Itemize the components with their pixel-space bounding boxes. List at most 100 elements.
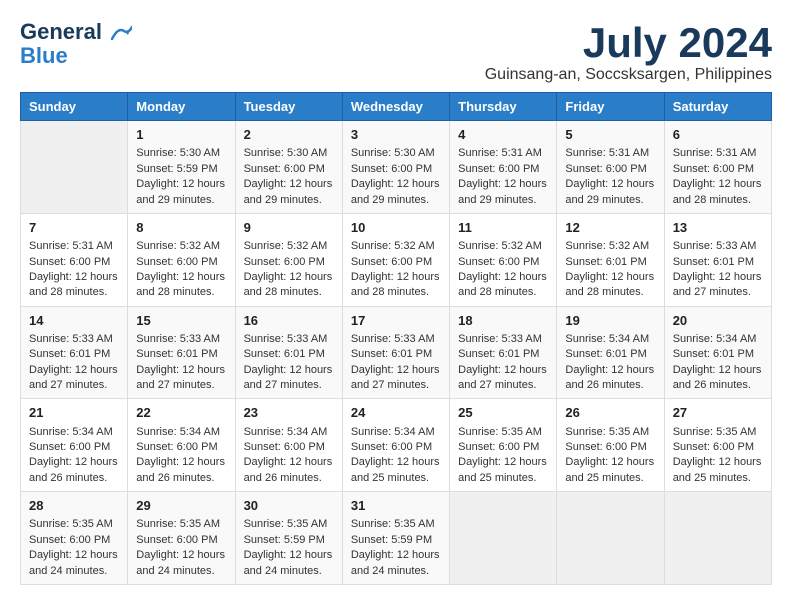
- day-info: Sunrise: 5:31 AM Sunset: 6:00 PM Dayligh…: [673, 146, 763, 208]
- calendar-cell: 9Sunrise: 5:32 AM Sunset: 6:00 PM Daylig…: [235, 213, 342, 306]
- calendar-cell: 13 Sunrise: 5:33 AM Sunset: 6:01 PM Dayli…: [664, 213, 771, 306]
- calendar-cell: 26Sunrise: 5:35 AM Sunset: 6:00 PM Dayli…: [557, 399, 664, 492]
- weekday-header-monday: Monday: [128, 93, 235, 121]
- day-number: 13: [673, 219, 763, 237]
- day-number: 29: [136, 497, 226, 515]
- calendar-cell: 23 Sunrise: 5:34 AM Sunset: 6:00 PM Dayli…: [235, 399, 342, 492]
- day-info: Sunrise: 5:30 AM Sunset: 5:59 PM Dayligh…: [136, 146, 226, 208]
- weekday-header-sunday: Sunday: [21, 93, 128, 121]
- day-number: 22: [136, 404, 226, 422]
- calendar-cell: 24 Sunrise: 5:34 AM Sunset: 6:00 PM Dayli…: [342, 399, 449, 492]
- day-info: Sunrise: 5:33 AM Sunset: 6:01 PM Dayligh…: [351, 332, 441, 394]
- day-number: 31: [351, 497, 441, 515]
- calendar-cell: 18Sunrise: 5:33 AM Sunset: 6:01 PM Dayli…: [450, 306, 557, 399]
- day-info: Sunrise: 5:30 AM Sunset: 6:00 PM Dayligh…: [244, 146, 334, 208]
- location: Guinsang-an, Soccsksargen, Philippines: [485, 66, 772, 84]
- calendar-cell: 16 Sunrise: 5:33 AM Sunset: 6:01 PM Dayli…: [235, 306, 342, 399]
- calendar-week-1: 1 Sunrise: 5:30 AM Sunset: 5:59 PM Daylig…: [21, 121, 772, 214]
- calendar-cell: 31 Sunrise: 5:35 AM Sunset: 5:59 PM Dayli…: [342, 492, 449, 585]
- day-number: 19: [565, 312, 655, 330]
- calendar-cell: 30Sunrise: 5:35 AM Sunset: 5:59 PM Dayli…: [235, 492, 342, 585]
- calendar-week-4: 21 Sunrise: 5:34 AM Sunset: 6:00 PM Dayli…: [21, 399, 772, 492]
- day-info: Sunrise: 5:33 AM Sunset: 6:01 PM Dayligh…: [673, 239, 763, 301]
- day-info: Sunrise: 5:34 AM Sunset: 6:00 PM Dayligh…: [136, 425, 226, 487]
- day-info: Sunrise: 5:35 AM Sunset: 6:00 PM Dayligh…: [29, 517, 119, 579]
- weekday-header-tuesday: Tuesday: [235, 93, 342, 121]
- weekday-header-friday: Friday: [557, 93, 664, 121]
- day-info: Sunrise: 5:30 AM Sunset: 6:00 PM Dayligh…: [351, 146, 441, 208]
- calendar-cell: 22 Sunrise: 5:34 AM Sunset: 6:00 PM Dayli…: [128, 399, 235, 492]
- title-area: July 2024 Guinsang-an, Soccsksargen, Phi…: [485, 20, 772, 84]
- day-info: Sunrise: 5:35 AM Sunset: 6:00 PM Dayligh…: [458, 425, 548, 487]
- day-number: 2: [244, 126, 334, 144]
- calendar-cell: [21, 121, 128, 214]
- day-number: 15: [136, 312, 226, 330]
- calendar-cell: [450, 492, 557, 585]
- weekday-header-saturday: Saturday: [664, 93, 771, 121]
- day-info: Sunrise: 5:31 AM Sunset: 6:00 PM Dayligh…: [458, 146, 548, 208]
- day-number: 12: [565, 219, 655, 237]
- calendar-cell: 11Sunrise: 5:32 AM Sunset: 6:00 PM Dayli…: [450, 213, 557, 306]
- calendar-cell: 5Sunrise: 5:31 AM Sunset: 6:00 PM Daylig…: [557, 121, 664, 214]
- calendar-cell: [557, 492, 664, 585]
- logo-line2: Blue: [20, 44, 132, 68]
- day-info: Sunrise: 5:34 AM Sunset: 6:00 PM Dayligh…: [244, 425, 334, 487]
- day-number: 28: [29, 497, 119, 515]
- day-info: Sunrise: 5:33 AM Sunset: 6:01 PM Dayligh…: [136, 332, 226, 394]
- day-number: 24: [351, 404, 441, 422]
- calendar-cell: 28 Sunrise: 5:35 AM Sunset: 6:00 PM Dayli…: [21, 492, 128, 585]
- calendar-cell: 6 Sunrise: 5:31 AM Sunset: 6:00 PM Daylig…: [664, 121, 771, 214]
- day-info: Sunrise: 5:35 AM Sunset: 6:00 PM Dayligh…: [673, 425, 763, 487]
- weekday-header-thursday: Thursday: [450, 93, 557, 121]
- day-info: Sunrise: 5:35 AM Sunset: 6:00 PM Dayligh…: [565, 425, 655, 487]
- calendar-cell: 10Sunrise: 5:32 AM Sunset: 6:00 PM Dayli…: [342, 213, 449, 306]
- calendar-cell: 14 Sunrise: 5:33 AM Sunset: 6:01 PM Dayli…: [21, 306, 128, 399]
- day-info: Sunrise: 5:32 AM Sunset: 6:00 PM Dayligh…: [244, 239, 334, 301]
- day-info: Sunrise: 5:35 AM Sunset: 5:59 PM Dayligh…: [351, 517, 441, 579]
- day-number: 5: [565, 126, 655, 144]
- calendar-week-2: 7Sunrise: 5:31 AM Sunset: 6:00 PM Daylig…: [21, 213, 772, 306]
- day-info: Sunrise: 5:32 AM Sunset: 6:00 PM Dayligh…: [136, 239, 226, 301]
- calendar-cell: 19Sunrise: 5:34 AM Sunset: 6:01 PM Dayli…: [557, 306, 664, 399]
- calendar-week-5: 28 Sunrise: 5:35 AM Sunset: 6:00 PM Dayli…: [21, 492, 772, 585]
- day-number: 7: [29, 219, 119, 237]
- day-number: 14: [29, 312, 119, 330]
- logo: General Blue: [20, 20, 132, 68]
- day-info: Sunrise: 5:32 AM Sunset: 6:00 PM Dayligh…: [351, 239, 441, 301]
- calendar-cell: 7Sunrise: 5:31 AM Sunset: 6:00 PM Daylig…: [21, 213, 128, 306]
- calendar-cell: 12 Sunrise: 5:32 AM Sunset: 6:01 PM Dayli…: [557, 213, 664, 306]
- day-info: Sunrise: 5:33 AM Sunset: 6:01 PM Dayligh…: [244, 332, 334, 394]
- day-info: Sunrise: 5:32 AM Sunset: 6:00 PM Dayligh…: [458, 239, 548, 301]
- day-info: Sunrise: 5:34 AM Sunset: 6:00 PM Dayligh…: [351, 425, 441, 487]
- header: General Blue July 2024 Guinsang-an, Socc…: [20, 20, 772, 84]
- day-number: 17: [351, 312, 441, 330]
- calendar-cell: 8 Sunrise: 5:32 AM Sunset: 6:00 PM Daylig…: [128, 213, 235, 306]
- calendar-cell: 1 Sunrise: 5:30 AM Sunset: 5:59 PM Daylig…: [128, 121, 235, 214]
- day-number: 21: [29, 404, 119, 422]
- month-year: July 2024: [485, 20, 772, 66]
- day-number: 16: [244, 312, 334, 330]
- calendar-cell: 21Sunrise: 5:34 AM Sunset: 6:00 PM Dayli…: [21, 399, 128, 492]
- day-number: 25: [458, 404, 548, 422]
- calendar-cell: [664, 492, 771, 585]
- day-number: 8: [136, 219, 226, 237]
- calendar-cell: 27 Sunrise: 5:35 AM Sunset: 6:00 PM Dayli…: [664, 399, 771, 492]
- calendar-week-3: 14 Sunrise: 5:33 AM Sunset: 6:01 PM Dayli…: [21, 306, 772, 399]
- day-number: 23: [244, 404, 334, 422]
- day-number: 27: [673, 404, 763, 422]
- calendar-cell: 15 Sunrise: 5:33 AM Sunset: 6:01 PM Dayli…: [128, 306, 235, 399]
- day-info: Sunrise: 5:33 AM Sunset: 6:01 PM Dayligh…: [29, 332, 119, 394]
- day-number: 6: [673, 126, 763, 144]
- calendar-cell: 25 Sunrise: 5:35 AM Sunset: 6:00 PM Dayli…: [450, 399, 557, 492]
- day-number: 4: [458, 126, 548, 144]
- calendar-cell: 29Sunrise: 5:35 AM Sunset: 6:00 PM Dayli…: [128, 492, 235, 585]
- calendar-cell: 17 Sunrise: 5:33 AM Sunset: 6:01 PM Dayli…: [342, 306, 449, 399]
- day-number: 1: [136, 126, 226, 144]
- calendar-header: SundayMondayTuesdayWednesdayThursdayFrid…: [21, 93, 772, 121]
- logo-line1: General: [20, 20, 132, 44]
- day-info: Sunrise: 5:34 AM Sunset: 6:01 PM Dayligh…: [673, 332, 763, 394]
- calendar-cell: 2 Sunrise: 5:30 AM Sunset: 6:00 PM Daylig…: [235, 121, 342, 214]
- calendar-cell: 20Sunrise: 5:34 AM Sunset: 6:01 PM Dayli…: [664, 306, 771, 399]
- day-info: Sunrise: 5:32 AM Sunset: 6:01 PM Dayligh…: [565, 239, 655, 301]
- day-number: 3: [351, 126, 441, 144]
